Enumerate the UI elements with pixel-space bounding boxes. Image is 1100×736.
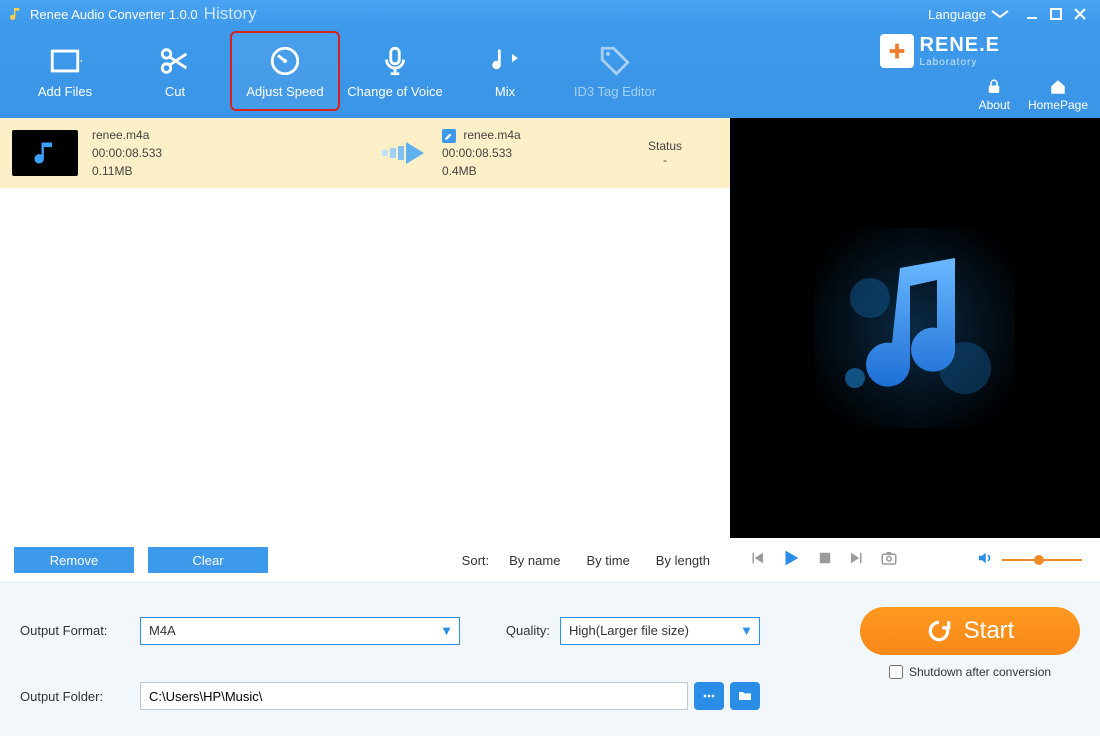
microphone-icon [378, 44, 412, 78]
change-voice-label: Change of Voice [347, 84, 442, 99]
output-folder-input[interactable] [140, 682, 688, 710]
mix-button[interactable]: Mix [450, 31, 560, 111]
mix-note-icon [488, 44, 522, 78]
lock-icon [985, 78, 1003, 96]
prev-button[interactable] [748, 549, 766, 572]
quality-select[interactable]: High(Larger file size) ▼ [560, 617, 760, 645]
snapshot-button[interactable] [880, 549, 898, 572]
cut-label: Cut [165, 84, 185, 99]
homepage-link[interactable]: HomePage [1028, 78, 1088, 112]
play-button[interactable] [780, 547, 802, 574]
maximize-button[interactable] [1044, 5, 1068, 23]
next-button[interactable] [848, 549, 866, 572]
output-format-label: Output Format: [20, 623, 130, 638]
brand-sub: Laboratory [920, 57, 1000, 68]
start-button[interactable]: Start [860, 607, 1080, 655]
volume-icon[interactable] [976, 549, 994, 572]
shutdown-checkbox[interactable]: Shutdown after conversion [889, 665, 1051, 679]
remove-button[interactable]: Remove [14, 547, 134, 573]
cut-button[interactable]: Cut [120, 31, 230, 111]
quality-label: Quality: [470, 623, 550, 638]
file-row[interactable]: renee.m4a 00:00:08.533 0.11MB renee.m4a … [0, 118, 730, 188]
language-dropdown[interactable]: Language [928, 7, 1010, 22]
chevron-down-icon: ▼ [440, 623, 453, 638]
sort-label: Sort: [462, 553, 489, 568]
adjust-speed-button[interactable]: Adjust Speed [230, 31, 340, 111]
file-name: renee.m4a [92, 126, 372, 144]
history-link[interactable]: History [204, 4, 257, 24]
adjust-speed-label: Adjust Speed [246, 84, 323, 99]
medkit-icon [880, 34, 914, 68]
file-list: renee.m4a 00:00:08.533 0.11MB renee.m4a … [0, 118, 730, 538]
output-size: 0.4MB [442, 162, 612, 180]
output-file-name: renee.m4a [463, 128, 520, 142]
app-logo-icon [8, 6, 24, 22]
status-value: - [612, 153, 718, 167]
output-format-select[interactable]: M4A ▼ [140, 617, 460, 645]
edit-icon[interactable] [442, 129, 456, 143]
id3-editor-button[interactable]: ID3 Tag Editor [560, 31, 670, 111]
sort-by-time[interactable]: By time [580, 553, 635, 568]
tag-icon [598, 44, 632, 78]
mix-label: Mix [495, 84, 515, 99]
file-size: 0.11MB [92, 162, 372, 180]
status-header: Status [612, 139, 718, 153]
gauge-icon [268, 44, 302, 78]
about-link[interactable]: About [979, 78, 1010, 112]
arrow-icon [372, 140, 442, 166]
add-files-button[interactable]: Add Files [10, 31, 120, 111]
id3-label: ID3 Tag Editor [574, 84, 656, 99]
browse-folder-button[interactable] [730, 682, 760, 710]
sort-by-name[interactable]: By name [503, 553, 566, 568]
more-button[interactable] [694, 682, 724, 710]
file-thumbnail [12, 130, 78, 176]
change-voice-button[interactable]: Change of Voice [340, 31, 450, 111]
stop-button[interactable] [816, 549, 834, 572]
sort-by-length[interactable]: By length [650, 553, 716, 568]
film-plus-icon [48, 44, 82, 78]
minimize-button[interactable] [1020, 5, 1044, 23]
preview-panel [730, 118, 1100, 538]
volume-slider[interactable] [1002, 559, 1082, 561]
brand-name: RENE.E [920, 34, 1000, 57]
close-button[interactable] [1068, 5, 1092, 23]
output-folder-label: Output Folder: [20, 689, 130, 704]
home-icon [1049, 78, 1067, 96]
music-note-artwork [730, 118, 1100, 538]
file-duration: 00:00:08.533 [92, 144, 372, 162]
chevron-down-icon: ▼ [740, 623, 753, 638]
chevron-down-icon [990, 9, 1010, 19]
brand-logo: RENE.E Laboratory [880, 34, 1000, 68]
output-duration: 00:00:08.533 [442, 144, 612, 162]
scissors-icon [158, 44, 192, 78]
app-title: Renee Audio Converter 1.0.0 [30, 7, 198, 22]
refresh-icon [926, 618, 952, 644]
shutdown-checkbox-input[interactable] [889, 665, 903, 679]
clear-button[interactable]: Clear [148, 547, 268, 573]
language-label: Language [928, 7, 986, 22]
add-files-label: Add Files [38, 84, 92, 99]
